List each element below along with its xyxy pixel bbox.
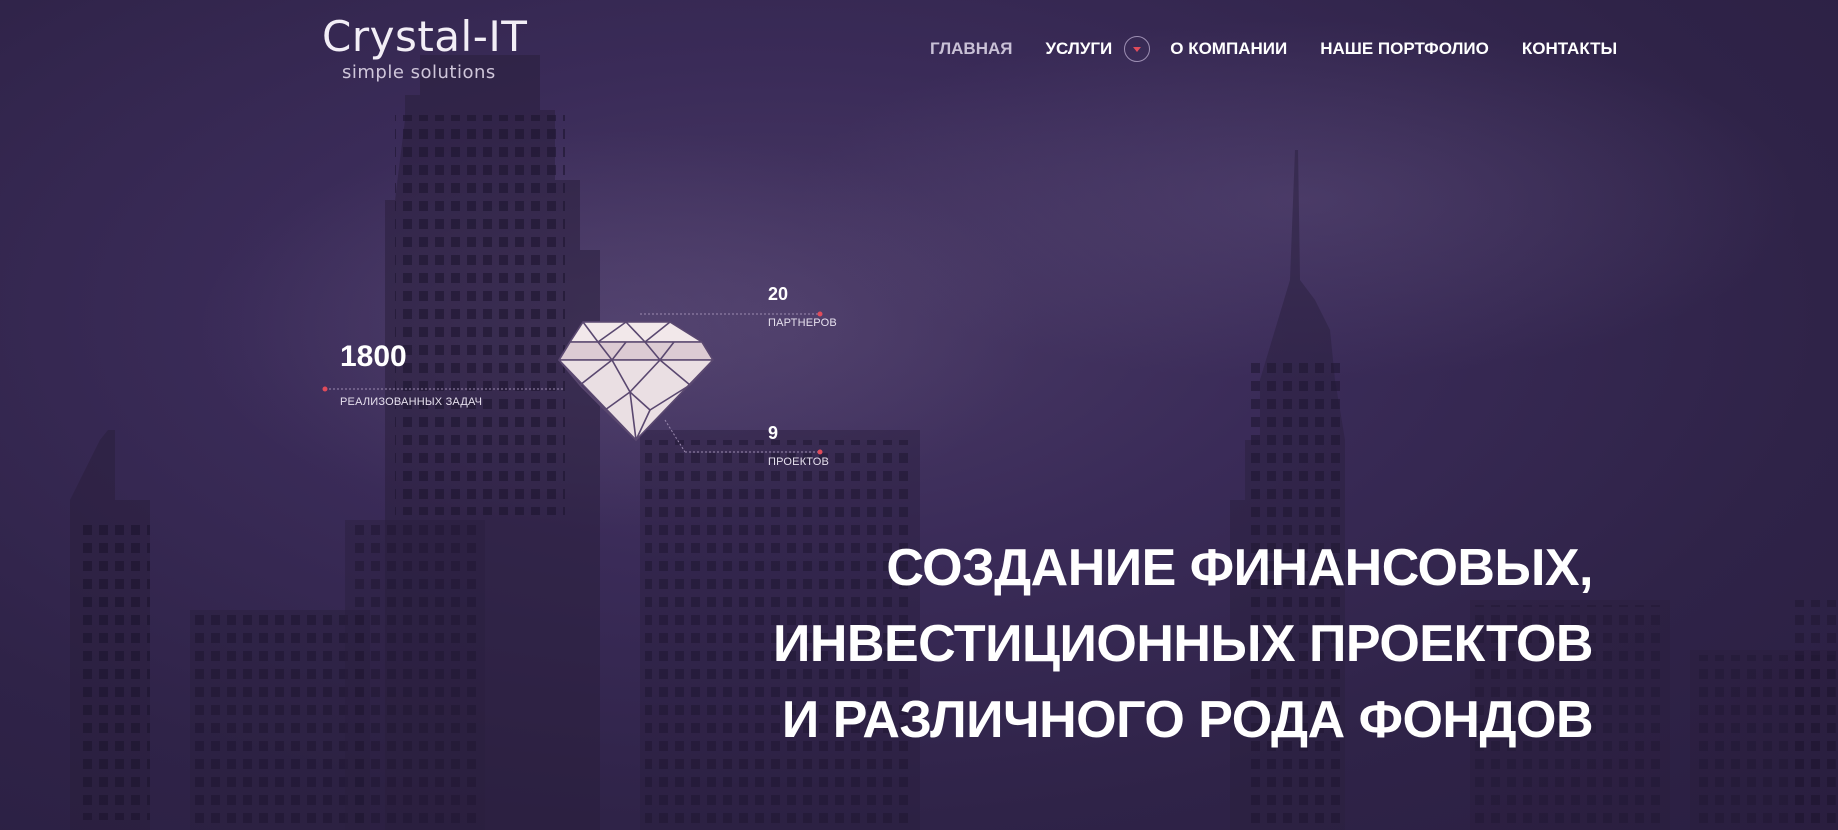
stat-tasks-value: 1800 xyxy=(340,340,407,373)
brand-title: Crystal-IT xyxy=(322,12,528,61)
stat-projects: 9 ПРОЕКТОВ xyxy=(768,423,829,468)
stat-tasks: 1800 РЕАЛИЗОВАННЫХ ЗАДАЧ xyxy=(340,340,482,408)
hero-headline: СОЗДАНИЕ ФИНАНСОВЫХ, ИНВЕСТИЦИОННЫХ ПРОЕ… xyxy=(772,530,1594,758)
services-dropdown-button[interactable] xyxy=(1124,36,1151,62)
nav-item-portfolio[interactable]: НАШЕ ПОРТФОЛИО xyxy=(1320,39,1489,59)
hero-line-1: СОЗДАНИЕ ФИНАНСОВЫХ, xyxy=(886,539,1593,597)
nav-item-services[interactable]: УСЛУГИ xyxy=(1045,39,1112,59)
stat-partners-value: 20 xyxy=(768,284,789,304)
chevron-down-icon xyxy=(1133,46,1142,52)
brand-tagline: simple solutions xyxy=(342,62,496,83)
stat-partners-label: ПАРТНЕРОВ xyxy=(768,317,837,329)
nav-item-contacts[interactable]: КОНТАКТЫ xyxy=(1522,39,1617,59)
stat-projects-value: 9 xyxy=(768,423,779,443)
nav-item-about[interactable]: О КОМПАНИИ xyxy=(1170,39,1287,59)
hero-line-3: И РАЗЛИЧНОГО РОДА ФОНДОВ xyxy=(781,691,1594,749)
stat-projects-label: ПРОЕКТОВ xyxy=(768,456,830,468)
hero-line-2: ИНВЕСТИЦИОННЫХ ПРОЕКТОВ xyxy=(772,615,1594,673)
stat-tasks-label: РЕАЛИЗОВАННЫХ ЗАДАЧ xyxy=(340,396,483,408)
main-nav: ГЛАВНАЯ УСЛУГИ О КОМПАНИИ НАШЕ ПОРТФОЛИО… xyxy=(930,36,1617,62)
nav-item-home[interactable]: ГЛАВНАЯ xyxy=(930,39,1012,59)
stat-partners: 20 ПАРТНЕРОВ xyxy=(768,284,837,329)
brand-logo[interactable]: Crystal-IT simple solutions xyxy=(322,12,528,84)
